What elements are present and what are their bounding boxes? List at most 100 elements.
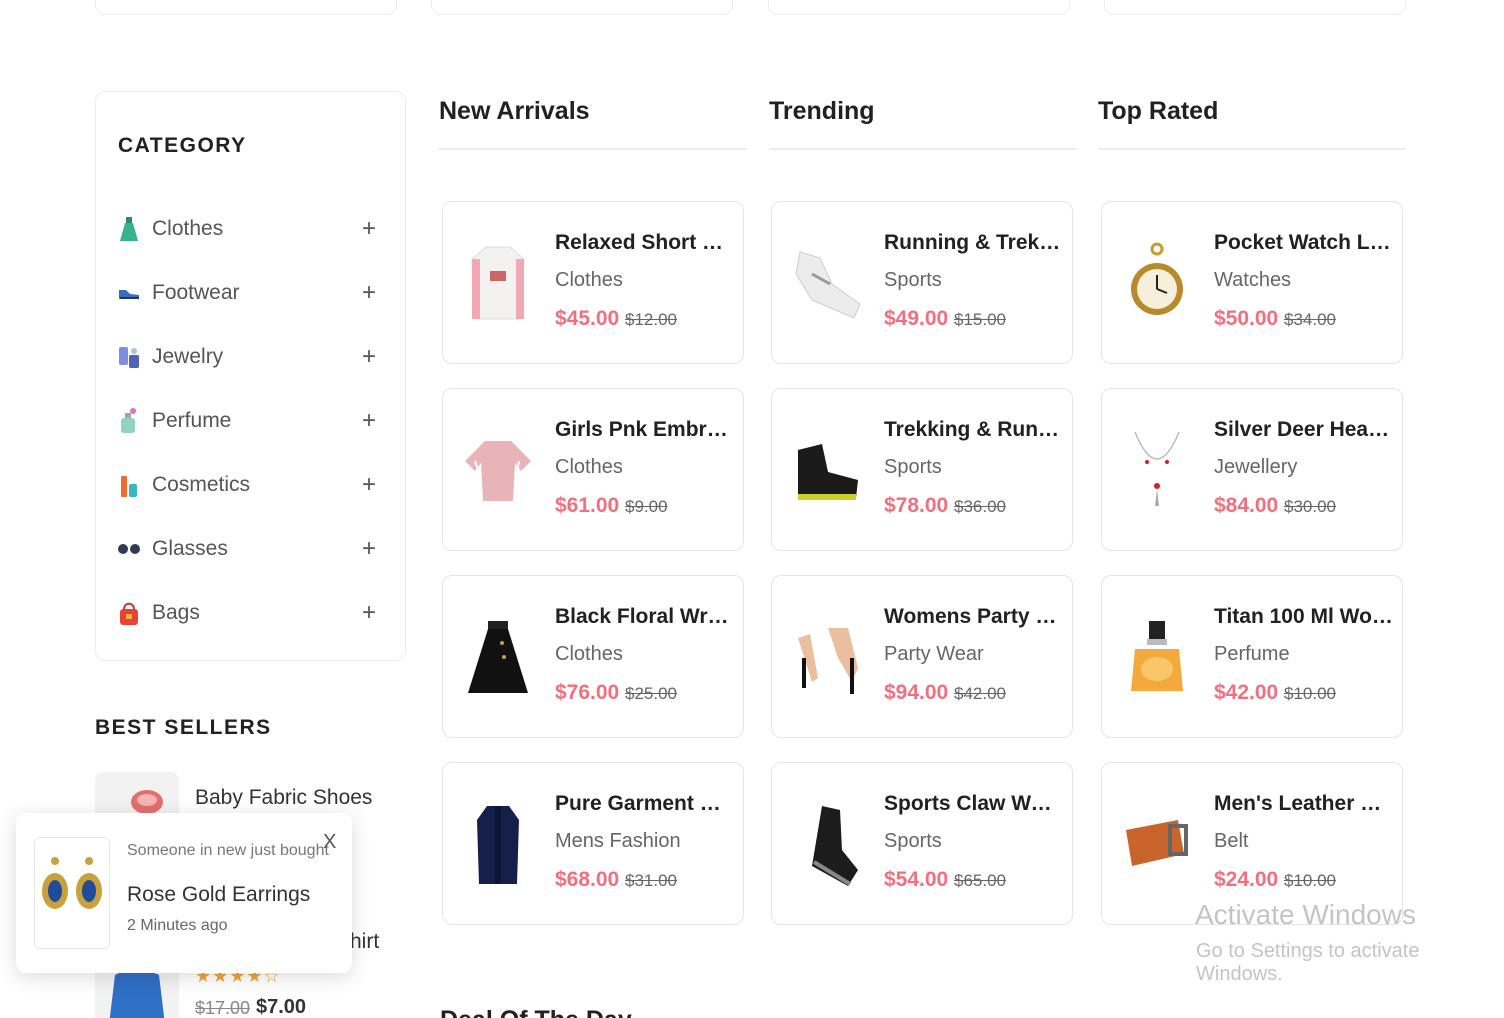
category-item-perfume[interactable]: Perfume + xyxy=(118,389,386,453)
close-icon[interactable]: X xyxy=(323,831,336,854)
product-card[interactable]: Running & Trekkin... Sports $49.00 $15.0… xyxy=(771,201,1073,364)
product-card[interactable]: Womens Party We... Party Wear $94.00 $42… xyxy=(771,575,1073,738)
category-item-footwear[interactable]: Footwear + xyxy=(118,261,386,325)
dress-icon xyxy=(118,216,140,242)
product-category: Sports xyxy=(884,456,942,478)
category-item-glasses[interactable]: Glasses + xyxy=(118,517,386,581)
category-label: Cosmetics xyxy=(152,473,251,496)
expand-icon[interactable]: + xyxy=(362,217,376,241)
product-price: $45.00 xyxy=(555,307,620,330)
product-name[interactable]: Black Floral Wrap ... xyxy=(555,605,735,629)
product-category: Clothes xyxy=(555,269,623,291)
expand-icon[interactable]: + xyxy=(362,409,376,433)
product-card[interactable]: Relaxed Short Full ... Clothes $45.00 $1… xyxy=(442,201,744,364)
product-category: Sports xyxy=(884,269,942,291)
product-card[interactable]: Trekking & Runnin... Sports $78.00 $36.0… xyxy=(771,388,1073,551)
product-image xyxy=(463,421,533,521)
product-card[interactable]: Titan 100 Ml Wome... Perfume $42.00 $10.… xyxy=(1101,575,1403,738)
expand-icon[interactable]: + xyxy=(362,473,376,497)
product-price: $78.00 xyxy=(884,494,949,517)
section-heading: Deal Of The Day xyxy=(440,1006,632,1018)
category-panel: CATEGORY Clothes + Footwear + Jewelry + … xyxy=(95,91,406,661)
expand-icon[interactable]: + xyxy=(362,281,376,305)
best-seller-name[interactable]: Baby Fabric Shoes xyxy=(195,786,372,810)
windows-activation-title: Activate Windows xyxy=(1195,899,1416,930)
perfume-icon xyxy=(118,408,140,434)
top-card xyxy=(431,0,733,15)
windows-activation-hint: Go to Settings to activate Windows. xyxy=(1196,940,1420,985)
product-name[interactable]: Silver Deer Heart N... xyxy=(1214,418,1394,442)
product-old-price: $31.00 xyxy=(625,871,677,890)
product-name[interactable]: Pure Garment Dye... xyxy=(555,792,735,816)
product-category: Perfume xyxy=(1214,643,1290,665)
product-old-price: $36.00 xyxy=(954,497,1006,516)
best-seller-name[interactable]: hirt xyxy=(350,930,379,954)
glasses-icon xyxy=(118,536,140,562)
category-label: Footwear xyxy=(152,281,240,304)
product-card[interactable]: Girls Pnk Embro De... Clothes $61.00 $9.… xyxy=(442,388,744,551)
product-card[interactable]: Pure Garment Dye... Mens Fashion $68.00 … xyxy=(442,762,744,925)
product-card[interactable]: Sports Claw Wom... Sports $54.00 $65.00 xyxy=(771,762,1073,925)
bag-icon xyxy=(118,600,140,626)
product-image xyxy=(792,795,862,895)
category-list: Clothes + Footwear + Jewelry + Perfume +… xyxy=(118,197,386,645)
column-title-new-arrivals: New Arrivals xyxy=(439,97,590,125)
best-sellers-title: BEST SELLERS xyxy=(95,716,272,739)
product-card[interactable]: Silver Deer Heart N... Jewellery $84.00 … xyxy=(1101,388,1403,551)
product-name[interactable]: Girls Pnk Embro De... xyxy=(555,418,735,442)
expand-icon[interactable]: + xyxy=(362,601,376,625)
product-image xyxy=(1122,234,1192,334)
product-name[interactable]: Titan 100 Ml Wome... xyxy=(1214,605,1394,629)
column-title-top-rated: Top Rated xyxy=(1098,97,1219,125)
product-card[interactable]: Black Floral Wrap ... Clothes $76.00 $25… xyxy=(442,575,744,738)
product-image xyxy=(463,608,533,708)
product-name[interactable]: Sports Claw Wom... xyxy=(884,792,1064,816)
notification-time: 2 Minutes ago xyxy=(127,917,228,934)
jewelry-icon xyxy=(118,344,140,370)
product-category: Party Wear xyxy=(884,643,984,665)
purchase-notification[interactable]: Someone in new just bought Rose Gold Ear… xyxy=(16,813,352,973)
product-old-price: $30.00 xyxy=(1284,497,1336,516)
expand-icon[interactable]: + xyxy=(362,537,376,561)
product-price: $94.00 xyxy=(884,681,949,704)
cosmetics-icon xyxy=(118,472,140,498)
product-image xyxy=(792,234,862,334)
expand-icon[interactable]: + xyxy=(362,345,376,369)
notification-product[interactable]: Rose Gold Earrings xyxy=(127,883,310,907)
product-price: $50.00 xyxy=(1214,307,1279,330)
top-card xyxy=(768,0,1070,15)
top-card xyxy=(1104,0,1406,15)
product-card[interactable]: Pocket Watch Leat... Watches $50.00 $34.… xyxy=(1101,201,1403,364)
category-label: Glasses xyxy=(152,537,228,560)
product-name[interactable]: Pocket Watch Leat... xyxy=(1214,231,1394,255)
category-item-cosmetics[interactable]: Cosmetics + xyxy=(118,453,386,517)
product-price: $42.00 xyxy=(1214,681,1279,704)
product-old-price: $25.00 xyxy=(625,684,677,703)
product-name[interactable]: Womens Party We... xyxy=(884,605,1064,629)
product-image xyxy=(1122,795,1192,895)
category-item-jewelry[interactable]: Jewelry + xyxy=(118,325,386,389)
category-label: Bags xyxy=(152,601,200,624)
product-old-price: $12.00 xyxy=(625,310,677,329)
product-name[interactable]: Relaxed Short Full ... xyxy=(555,231,735,255)
divider xyxy=(1098,148,1406,150)
product-name[interactable]: Running & Trekkin... xyxy=(884,231,1064,255)
category-label: Perfume xyxy=(152,409,232,432)
product-category: Sports xyxy=(884,830,942,852)
old-price: $17.00 xyxy=(195,998,251,1018)
category-item-clothes[interactable]: Clothes + xyxy=(118,197,386,261)
product-name[interactable]: Men's Leather Rev... xyxy=(1214,792,1394,816)
product-price: $84.00 xyxy=(1214,494,1279,517)
category-item-bags[interactable]: Bags + xyxy=(118,581,386,645)
product-category: Mens Fashion xyxy=(555,830,681,852)
product-old-price: $10.00 xyxy=(1284,871,1336,890)
top-card xyxy=(95,0,397,15)
page: CATEGORY Clothes + Footwear + Jewelry + … xyxy=(0,0,1504,1018)
product-price: $24.00 xyxy=(1214,868,1279,891)
product-image xyxy=(1122,421,1192,521)
product-old-price: $65.00 xyxy=(954,871,1006,890)
product-old-price: $9.00 xyxy=(625,497,668,516)
product-name[interactable]: Trekking & Runnin... xyxy=(884,418,1064,442)
product-old-price: $42.00 xyxy=(954,684,1006,703)
product-price: $61.00 xyxy=(555,494,620,517)
